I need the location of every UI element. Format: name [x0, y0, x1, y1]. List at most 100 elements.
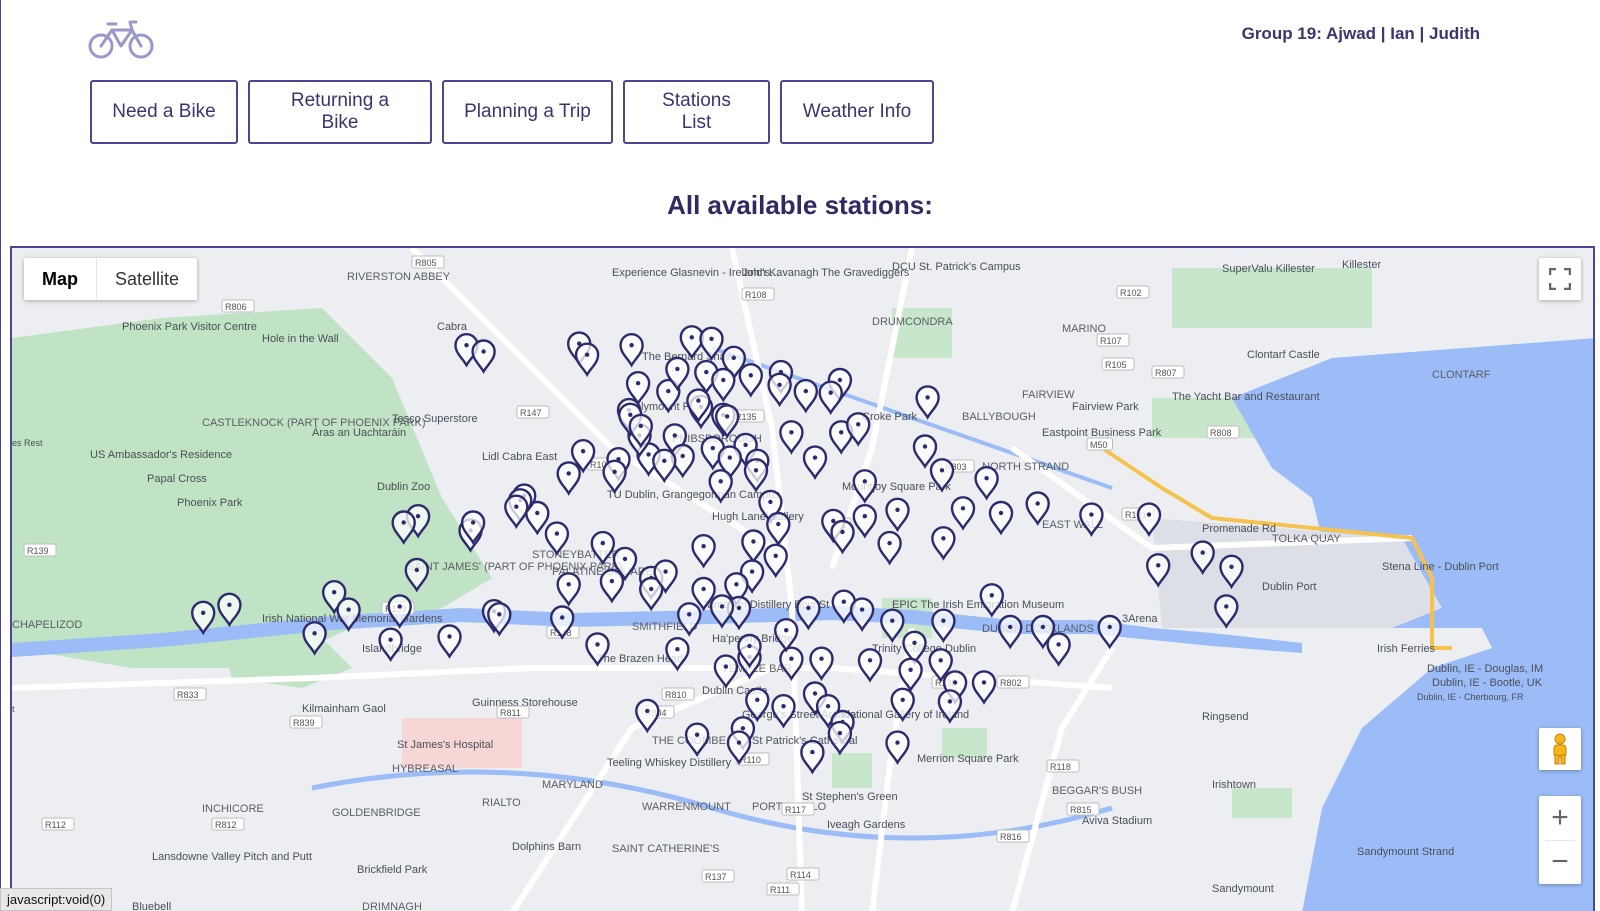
map-road-label: R114: [786, 867, 820, 881]
map-road-label: R112: [41, 817, 75, 831]
map-place-label: Killester: [1342, 259, 1381, 271]
map-place-label: Ringsend: [1202, 711, 1248, 723]
map-place-label: BEGGAR'S BUSH: [1052, 785, 1142, 797]
map-place-label: Dublin Port: [1262, 581, 1316, 593]
map-place-label: Dublin Zoo: [377, 481, 430, 493]
svg-text:R111: R111: [770, 885, 790, 895]
map-road-label: R137: [701, 869, 735, 883]
svg-text:R808: R808: [1210, 428, 1232, 438]
map-place-label: WARRENMOUNT: [642, 801, 731, 813]
map-road-label: R118: [1046, 759, 1080, 773]
svg-text:R147: R147: [520, 408, 542, 418]
weather-info-button[interactable]: Weather Info: [780, 80, 934, 144]
map-road-label: R812: [211, 817, 245, 831]
map-place-label: BALLYBOUGH: [962, 411, 1036, 423]
returning-a-bike-button[interactable]: Returning a Bike: [248, 80, 432, 144]
map-road-label: R833: [173, 687, 207, 701]
svg-text:R812: R812: [215, 820, 237, 830]
zoom-out-button[interactable]: −: [1539, 840, 1581, 884]
map-place-label: Stena Line - Dublin Port: [1382, 561, 1499, 573]
map-road-label: R810: [661, 687, 695, 701]
map-place-label: Fairview Park: [1072, 401, 1139, 413]
map-road-label: R147: [516, 405, 550, 419]
page-left-border: [0, 0, 1, 911]
map-place-label: Cabra: [437, 321, 468, 333]
svg-text:R811: R811: [500, 708, 521, 718]
need-a-bike-button[interactable]: Need a Bike: [90, 80, 238, 144]
map-place-label: Iveagh Gardens: [827, 819, 906, 831]
map-road-label: R806: [221, 299, 255, 313]
map-place-label: GOLDENBRIDGE: [332, 807, 421, 819]
svg-text:R806: R806: [225, 302, 247, 312]
status-bar-link-preview: javascript:void(0): [0, 888, 113, 911]
map-place-label: Bluebell: [132, 901, 171, 911]
map-place-label: DCU St. Patrick's Campus: [892, 261, 1021, 273]
svg-text:R108: R108: [745, 290, 767, 300]
svg-text:R114: R114: [790, 870, 811, 880]
map-place-label: DRIMNAGH: [362, 901, 422, 911]
stations-list-button[interactable]: Stations List: [623, 80, 770, 144]
map-place-label: 3Arena: [1122, 613, 1158, 625]
map-place-label: Aviva Stadium: [1082, 815, 1152, 827]
zoom-in-button[interactable]: +: [1539, 796, 1581, 840]
map-place-label: Sandymount Strand: [1357, 846, 1454, 858]
map-place-label: CLONTARF: [1432, 369, 1491, 381]
svg-text:R833: R833: [177, 690, 199, 700]
map-road-label: R807: [1151, 365, 1185, 379]
map-place-label: Eastpoint Business Park: [1042, 427, 1162, 439]
map-place-label: SuperValu Killester: [1222, 263, 1315, 275]
map-place-label: FAIRVIEW: [1022, 389, 1075, 401]
map-type-satellite-button[interactable]: Satellite: [97, 258, 197, 300]
map-place-label: Promenade Rd: [1202, 523, 1276, 535]
map-place-label: Kilmainham Gaol: [302, 703, 386, 715]
map-place-label: Irish Ferries: [1377, 643, 1436, 655]
map-place-label: RIVERSTON ABBEY: [347, 271, 451, 283]
svg-text:R117: R117: [785, 805, 806, 815]
map-place-label: Áras an Uachtaráin: [312, 426, 406, 439]
map-place-label: Dublin, IE - Bootle, UK: [1432, 677, 1543, 689]
map-canvas[interactable]: Killester SuperValu Killester RIVERSTON AB…: [12, 248, 1595, 911]
map-place-label: CHAPELIZOD: [12, 619, 82, 631]
map-place-label: INCHICORE: [202, 803, 264, 815]
map-place-label: Irishtown: [1212, 779, 1256, 791]
svg-text:R107: R107: [1100, 336, 1122, 346]
map-road-label: R111: [766, 882, 800, 896]
map-place-label: Sandymount: [1212, 883, 1274, 895]
map-place-label: Dolphins Barn: [512, 841, 581, 853]
svg-text:R139: R139: [27, 546, 49, 556]
svg-text:R102: R102: [1120, 288, 1142, 298]
map-place-label: DRUMCONDRA: [872, 316, 953, 328]
map-type-map-button[interactable]: Map: [24, 258, 97, 300]
bicycle-icon: [88, 20, 154, 59]
map-place-label: Dublin, IE - Cherbourg, FR: [1417, 692, 1524, 702]
map-place-label: Hole in the Wall: [262, 333, 339, 345]
map-place-label: Merrion Square Park: [917, 753, 1019, 765]
map-road-label: R811: [496, 705, 530, 719]
map-place-label: RIALTO: [482, 797, 521, 809]
svg-text:R816: R816: [1000, 832, 1022, 842]
map-place-label: MARINO: [1062, 323, 1106, 335]
svg-text:R815: R815: [1070, 805, 1092, 815]
svg-text:R137: R137: [705, 872, 727, 882]
map-place-label: John Kavanagh The Gravediggers: [742, 267, 910, 279]
map-place-label: Phoenix Park: [177, 497, 243, 509]
map-road-label: R139: [23, 543, 57, 557]
pegman-icon[interactable]: [1539, 728, 1581, 770]
map-place-label: The Yacht Bar and Restaurant: [1172, 391, 1320, 403]
map-place-label: TU Dublin, Grangegorman Campus: [607, 489, 781, 501]
fullscreen-icon[interactable]: [1539, 258, 1581, 300]
main-nav: Need a Bike Returning a Bike Planning a …: [90, 80, 934, 144]
svg-text:R810: R810: [665, 690, 687, 700]
map-place-label: St James's Hospital: [397, 739, 493, 751]
stations-map[interactable]: Killester SuperValu Killester RIVERSTON AB…: [10, 246, 1595, 911]
map-place-label: SAINT CATHERINE'S: [612, 843, 719, 855]
map-place-label: Lansdowne Valley Pitch and Putt: [152, 851, 312, 863]
svg-text:R802: R802: [1000, 678, 1022, 688]
map-place-label: Dublin, IE - Douglas, IM: [1427, 663, 1543, 675]
svg-text:R807: R807: [1155, 368, 1177, 378]
map-road-label: R805: [411, 255, 445, 269]
map-place-label: Brickfield Park: [357, 864, 428, 876]
map-place-label: Teeling Whiskey Distillery: [607, 757, 732, 769]
planning-a-trip-button[interactable]: Planning a Trip: [442, 80, 613, 144]
map-road-label: R105: [1101, 357, 1135, 371]
